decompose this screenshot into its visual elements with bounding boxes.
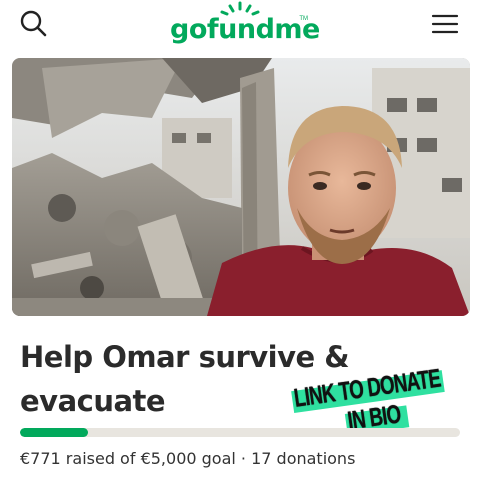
menu-button[interactable] [430,10,460,38]
search-icon [20,10,47,37]
hamburger-menu-icon [431,14,459,34]
gofundme-logo[interactable]: gofundme TM [170,0,320,50]
donation-progress-fill [20,428,88,437]
donation-progress-bar [20,428,460,437]
donation-stats: €771 raised of €5,000 goal · 17 donation… [20,449,356,468]
top-header: gofundme TM [0,0,480,52]
campaign-hero-image[interactable] [12,58,470,316]
hero-photo [12,58,470,316]
logo-trademark: TM [299,16,308,22]
search-button[interactable] [18,8,50,40]
logo-text: gofundme [170,14,320,45]
